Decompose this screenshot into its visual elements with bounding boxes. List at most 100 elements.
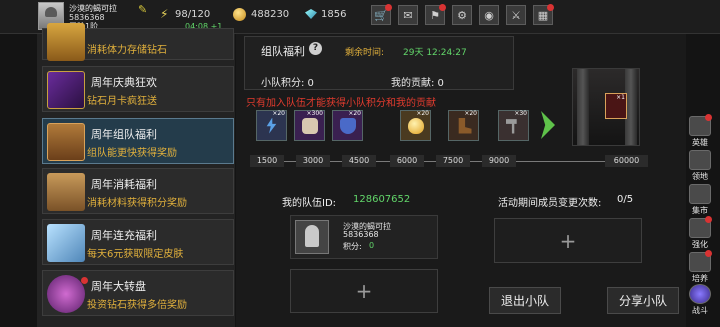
reward-item[interactable]: ×30 <box>498 110 529 141</box>
share-team-button[interactable]: 分享小队 <box>607 287 679 314</box>
nav-hero[interactable]: 英雄 <box>687 114 713 148</box>
stamina-icon: ⚡ <box>160 7 169 21</box>
event-desc: 消耗体力存储钻石 <box>87 45 167 56</box>
wheel-icon <box>47 275 85 313</box>
join-team-warning: 只有加入队伍才能获得小队积分和我的贡献 <box>246 98 436 109</box>
member-score-value: 0 <box>369 241 375 250</box>
event-title: 周年连充福利 <box>91 229 157 242</box>
gem-icon <box>305 9 317 19</box>
event-desc: 钻石月卡疯狂送 <box>87 96 157 107</box>
help-icon[interactable]: ? <box>309 42 322 55</box>
event-item-celebration[interactable]: 周年庆典狂欢 钻石月卡疯狂送 <box>42 66 234 112</box>
welfare-title: 组队福利 <box>261 45 305 58</box>
event-desc: 投资钻石获得多倍奖励 <box>87 300 187 311</box>
edit-name-icon[interactable]: ✎ <box>138 3 150 16</box>
reward-item[interactable]: ×300 <box>294 110 325 141</box>
member-avatar <box>295 220 329 254</box>
member-id: 5836368 <box>343 230 379 239</box>
crystal-icon <box>47 224 85 262</box>
milestone: 9000 <box>482 155 516 167</box>
leave-team-button[interactable]: 退出小队 <box>489 287 561 314</box>
boot-icon <box>458 117 472 134</box>
milestone-bar: 1500 3000 4500 6000 7500 9000 60000 <box>250 155 648 167</box>
remain-time-label: 剩余时间: <box>345 48 385 58</box>
nav-battle[interactable]: 战斗 <box>687 284 713 316</box>
team-welfare-panel: 组队福利 ? 剩余时间: 29天 12:24:27 小队积分: 0 我的贡献: … <box>236 34 686 327</box>
market-icon <box>689 184 711 204</box>
nav-train[interactable]: 培养 <box>687 250 713 284</box>
event-title: 周年组队福利 <box>91 128 157 141</box>
milestone: 3000 <box>296 155 330 167</box>
milestone: 7500 <box>436 155 470 167</box>
gem-value: 1856 <box>321 9 347 20</box>
territory-icon <box>689 150 711 170</box>
milestone: 6000 <box>390 155 424 167</box>
event-desc: 组队能更快获得奖励 <box>87 148 177 159</box>
player-id: 5836368 <box>69 13 105 22</box>
gold-value: 488230 <box>251 9 290 20</box>
egg-icon <box>407 117 424 134</box>
purple-card-icon <box>47 71 85 109</box>
battle-button[interactable]: ⚔ <box>506 5 526 25</box>
notification-dot <box>81 277 88 284</box>
event-title: 周年大转盘 <box>91 280 146 293</box>
nav-enhance[interactable]: 强化 <box>687 216 713 250</box>
event-desc: 消耗材料获得积分奖励 <box>87 198 187 209</box>
boss-card-icon: ×1 <box>605 93 627 119</box>
blue-shield-icon <box>339 117 356 134</box>
event-item-team-welfare[interactable]: 周年组队福利 组队能更快获得奖励 <box>42 118 234 164</box>
event-title: 周年庆典狂欢 <box>91 76 157 89</box>
team-score: 小队积分: 0 <box>261 78 314 89</box>
my-contribution: 我的贡献: 0 <box>391 78 444 89</box>
member-score-label: 积分: <box>343 242 362 251</box>
settings-button[interactable]: ⚙ <box>452 5 472 25</box>
member-change-label: 活动期间成员变更次数: <box>498 198 602 209</box>
reward-item[interactable]: ×20 <box>332 110 363 141</box>
color-wheel-icon: ◉ <box>484 8 494 22</box>
open-chest-icon <box>47 173 85 211</box>
plus-icon: + <box>559 228 577 253</box>
plus-icon: + <box>355 279 373 303</box>
remain-time-value: 29天 12:24:27 <box>403 48 467 58</box>
gold-coin-icon <box>233 8 246 21</box>
player-name: 沙漠的蝎可拉 <box>69 4 117 13</box>
event-item-wheel[interactable]: 周年大转盘 投资钻石获得多倍奖励 <box>42 270 234 316</box>
stamina-value: 98/120 <box>175 9 211 20</box>
mail-icon: ✉ <box>403 8 413 22</box>
chest-gold-icon <box>47 23 85 61</box>
nav-market[interactable]: 集市 <box>687 184 713 216</box>
reward-item[interactable]: ×20 <box>400 110 431 141</box>
settings-icon: ⚙ <box>457 8 467 22</box>
arrow-right-icon[interactable] <box>541 111 555 139</box>
bone-icon <box>301 117 318 134</box>
milestone-final: 60000 <box>605 155 648 167</box>
event-desc: 每天6元获取限定皮肤 <box>87 249 184 260</box>
map-icon: ▦ <box>537 8 549 22</box>
event-list: 消耗体力存储钻石 周年庆典狂欢 钻石月卡疯狂送 周年组队福利 组队能更快获得奖励… <box>37 23 235 327</box>
mail-button[interactable]: ✉ <box>398 5 418 25</box>
boss-reward-frame[interactable]: ×1 <box>572 68 640 146</box>
milestone: 4500 <box>342 155 376 167</box>
map-button[interactable]: ▦ <box>533 4 554 25</box>
event-item-storage[interactable]: 消耗体力存储钻石 <box>42 23 234 61</box>
battle-icon: ⚔ <box>511 8 521 22</box>
empty-slot[interactable]: + <box>290 269 438 313</box>
battle-portal-icon <box>689 284 711 304</box>
event-item-recharge-welfare[interactable]: 周年连充福利 每天6元获取限定皮肤 <box>42 219 234 265</box>
reward-item[interactable]: ×20 <box>448 110 479 141</box>
task-button[interactable]: ⚑ <box>425 4 446 25</box>
welfare-info-box: 组队福利 ? 剩余时间: 29天 12:24:27 小队积分: 0 我的贡献: … <box>244 36 514 90</box>
reward-item[interactable]: ×20 <box>256 110 287 141</box>
event-title: 周年消耗福利 <box>91 178 157 191</box>
nav-territory[interactable]: 领地 <box>687 150 713 182</box>
member-slot[interactable]: 沙漠的蝎可拉 5836368 积分: 0 <box>290 215 438 259</box>
lightning-scroll-icon <box>266 117 277 134</box>
milestone: 1500 <box>250 155 284 167</box>
team-id-label: 我的队伍ID: <box>282 198 337 209</box>
color-wheel-button[interactable]: ◉ <box>479 5 499 25</box>
shop-button[interactable]: 🛒 <box>371 4 392 25</box>
member-change-count: 0/5 <box>617 194 634 205</box>
team-id: 128607652 <box>353 194 411 205</box>
event-item-consume-welfare[interactable]: 周年消耗福利 消耗材料获得积分奖励 <box>42 168 234 214</box>
empty-slot[interactable]: + <box>494 218 642 263</box>
